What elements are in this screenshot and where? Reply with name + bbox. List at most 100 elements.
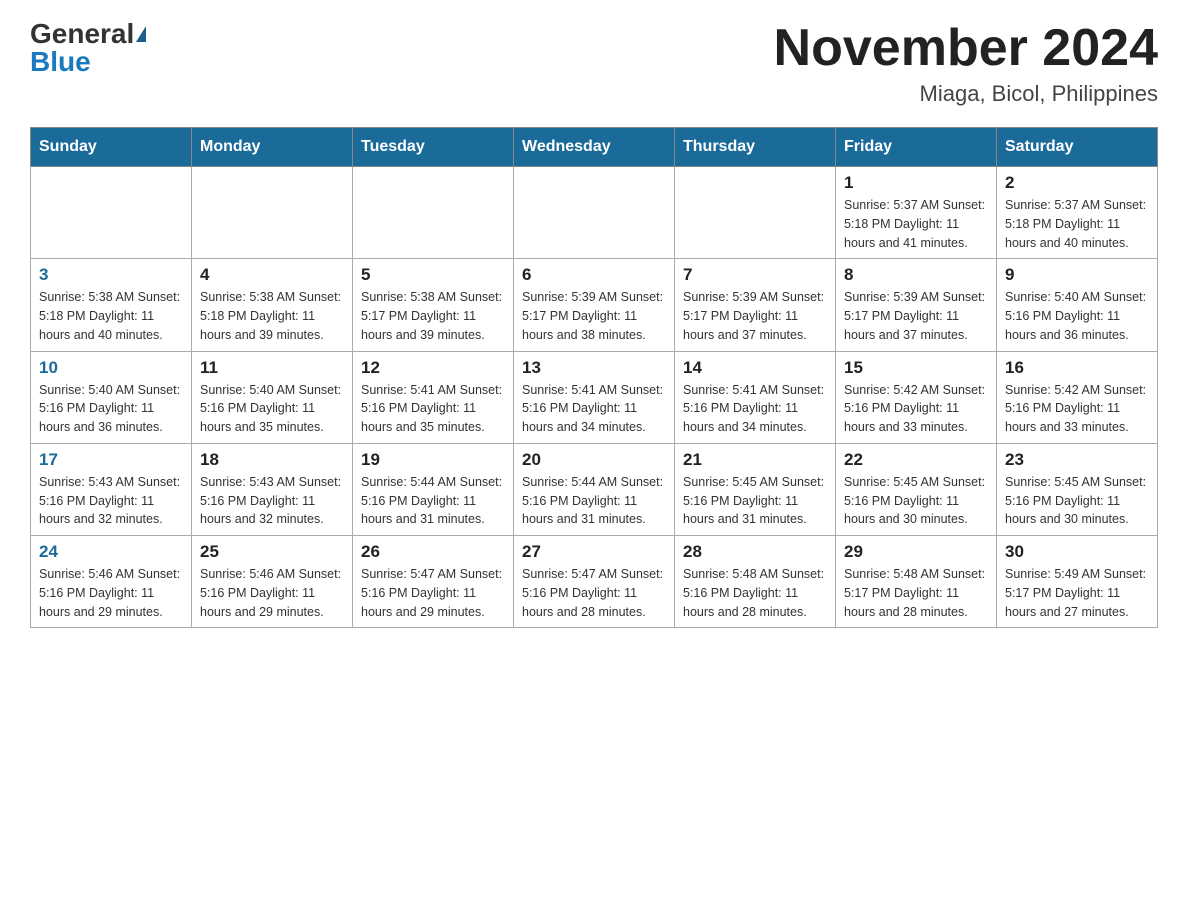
day-number: 25 bbox=[200, 542, 344, 562]
day-number: 6 bbox=[522, 265, 666, 285]
day-number: 9 bbox=[1005, 265, 1149, 285]
day-cell: 6 Sunrise: 5:39 AM Sunset: 5:17 PM Daylig… bbox=[514, 259, 675, 351]
day-number: 29 bbox=[844, 542, 988, 562]
day-info: Sunrise: 5:41 AM Sunset: 5:16 PM Dayligh… bbox=[522, 381, 666, 437]
day-number: 10 bbox=[39, 358, 183, 378]
day-info: Sunrise: 5:41 AM Sunset: 5:16 PM Dayligh… bbox=[683, 381, 827, 437]
day-cell: 27 Sunrise: 5:47 AM Sunset: 5:16 PM Dayli… bbox=[514, 536, 675, 628]
day-info: Sunrise: 5:40 AM Sunset: 5:16 PM Dayligh… bbox=[39, 381, 183, 437]
day-cell: 22Sunrise: 5:45 AM Sunset: 5:16 PM Dayli… bbox=[836, 443, 997, 535]
header: General Blue November 2024 Miaga, Bicol,… bbox=[30, 20, 1158, 107]
day-cell: 12 Sunrise: 5:41 AM Sunset: 5:16 PM Dayli… bbox=[353, 351, 514, 443]
day-number: 7 bbox=[683, 265, 827, 285]
day-number: 22 bbox=[844, 450, 988, 470]
weekday-header-row: SundayMondayTuesdayWednesdayThursdayFrid… bbox=[31, 128, 1158, 167]
day-number: 5 bbox=[361, 265, 505, 285]
day-cell: 19 Sunrise: 5:44 AM Sunset: 5:16 PM Dayli… bbox=[353, 443, 514, 535]
day-cell: 14 Sunrise: 5:41 AM Sunset: 5:16 PM Dayli… bbox=[675, 351, 836, 443]
day-info: Sunrise: 5:38 AM Sunset: 5:18 PM Dayligh… bbox=[200, 288, 344, 344]
day-cell: 11 Sunrise: 5:40 AM Sunset: 5:16 PM Dayli… bbox=[192, 351, 353, 443]
month-title: November 2024 bbox=[774, 20, 1158, 77]
day-cell: 1 Sunrise: 5:37 AM Sunset: 5:18 PM Daylig… bbox=[836, 167, 997, 259]
day-cell: 23 Sunrise: 5:45 AM Sunset: 5:16 PM Dayli… bbox=[997, 443, 1158, 535]
title-area: November 2024 Miaga, Bicol, Philippines bbox=[774, 20, 1158, 107]
day-info: Sunrise: 5:44 AM Sunset: 5:16 PM Dayligh… bbox=[522, 473, 666, 529]
day-info: Sunrise: 5:40 AM Sunset: 5:16 PM Dayligh… bbox=[200, 381, 344, 437]
day-cell bbox=[675, 167, 836, 259]
day-number: 21 bbox=[683, 450, 827, 470]
weekday-header-tuesday: Tuesday bbox=[353, 128, 514, 167]
weekday-header-wednesday: Wednesday bbox=[514, 128, 675, 167]
day-number: 26 bbox=[361, 542, 505, 562]
day-number: 14 bbox=[683, 358, 827, 378]
day-info: Sunrise: 5:46 AM Sunset: 5:16 PM Dayligh… bbox=[39, 565, 183, 621]
week-row-1: 1 Sunrise: 5:37 AM Sunset: 5:18 PM Daylig… bbox=[31, 167, 1158, 259]
day-number: 15 bbox=[844, 358, 988, 378]
day-number: 1 bbox=[844, 173, 988, 193]
day-info: Sunrise: 5:37 AM Sunset: 5:18 PM Dayligh… bbox=[1005, 196, 1149, 252]
day-cell: 17Sunrise: 5:43 AM Sunset: 5:16 PM Dayli… bbox=[31, 443, 192, 535]
day-cell: 28 Sunrise: 5:48 AM Sunset: 5:16 PM Dayli… bbox=[675, 536, 836, 628]
day-info: Sunrise: 5:39 AM Sunset: 5:17 PM Dayligh… bbox=[522, 288, 666, 344]
day-cell: 7 Sunrise: 5:39 AM Sunset: 5:17 PM Daylig… bbox=[675, 259, 836, 351]
day-info: Sunrise: 5:38 AM Sunset: 5:17 PM Dayligh… bbox=[361, 288, 505, 344]
day-number: 8 bbox=[844, 265, 988, 285]
week-row-2: 3 Sunrise: 5:38 AM Sunset: 5:18 PM Daylig… bbox=[31, 259, 1158, 351]
weekday-header-monday: Monday bbox=[192, 128, 353, 167]
day-cell: 2 Sunrise: 5:37 AM Sunset: 5:18 PM Daylig… bbox=[997, 167, 1158, 259]
day-info: Sunrise: 5:49 AM Sunset: 5:17 PM Dayligh… bbox=[1005, 565, 1149, 621]
day-cell: 13Sunrise: 5:41 AM Sunset: 5:16 PM Dayli… bbox=[514, 351, 675, 443]
day-cell: 8 Sunrise: 5:39 AM Sunset: 5:17 PM Daylig… bbox=[836, 259, 997, 351]
day-number: 24 bbox=[39, 542, 183, 562]
day-number: 3 bbox=[39, 265, 183, 285]
day-number: 23 bbox=[1005, 450, 1149, 470]
day-info: Sunrise: 5:45 AM Sunset: 5:16 PM Dayligh… bbox=[1005, 473, 1149, 529]
day-number: 2 bbox=[1005, 173, 1149, 193]
day-info: Sunrise: 5:48 AM Sunset: 5:17 PM Dayligh… bbox=[844, 565, 988, 621]
week-row-4: 17Sunrise: 5:43 AM Sunset: 5:16 PM Dayli… bbox=[31, 443, 1158, 535]
day-info: Sunrise: 5:39 AM Sunset: 5:17 PM Dayligh… bbox=[844, 288, 988, 344]
logo-blue-text: Blue bbox=[30, 48, 91, 76]
day-number: 19 bbox=[361, 450, 505, 470]
day-info: Sunrise: 5:39 AM Sunset: 5:17 PM Dayligh… bbox=[683, 288, 827, 344]
day-cell: 24 Sunrise: 5:46 AM Sunset: 5:16 PM Dayli… bbox=[31, 536, 192, 628]
day-cell: 5 Sunrise: 5:38 AM Sunset: 5:17 PM Daylig… bbox=[353, 259, 514, 351]
day-info: Sunrise: 5:43 AM Sunset: 5:16 PM Dayligh… bbox=[200, 473, 344, 529]
day-cell: 29 Sunrise: 5:48 AM Sunset: 5:17 PM Dayli… bbox=[836, 536, 997, 628]
location-title: Miaga, Bicol, Philippines bbox=[774, 81, 1158, 107]
week-row-5: 24 Sunrise: 5:46 AM Sunset: 5:16 PM Dayli… bbox=[31, 536, 1158, 628]
day-number: 16 bbox=[1005, 358, 1149, 378]
day-info: Sunrise: 5:37 AM Sunset: 5:18 PM Dayligh… bbox=[844, 196, 988, 252]
day-cell bbox=[353, 167, 514, 259]
day-info: Sunrise: 5:48 AM Sunset: 5:16 PM Dayligh… bbox=[683, 565, 827, 621]
day-cell: 4 Sunrise: 5:38 AM Sunset: 5:18 PM Daylig… bbox=[192, 259, 353, 351]
day-cell: 25 Sunrise: 5:46 AM Sunset: 5:16 PM Dayli… bbox=[192, 536, 353, 628]
day-cell: 30 Sunrise: 5:49 AM Sunset: 5:17 PM Dayli… bbox=[997, 536, 1158, 628]
day-number: 4 bbox=[200, 265, 344, 285]
day-cell: 18Sunrise: 5:43 AM Sunset: 5:16 PM Dayli… bbox=[192, 443, 353, 535]
day-cell: 16 Sunrise: 5:42 AM Sunset: 5:16 PM Dayli… bbox=[997, 351, 1158, 443]
day-info: Sunrise: 5:41 AM Sunset: 5:16 PM Dayligh… bbox=[361, 381, 505, 437]
weekday-header-friday: Friday bbox=[836, 128, 997, 167]
day-cell: 3Sunrise: 5:38 AM Sunset: 5:18 PM Daylig… bbox=[31, 259, 192, 351]
day-cell bbox=[31, 167, 192, 259]
day-cell bbox=[192, 167, 353, 259]
day-cell: 21Sunrise: 5:45 AM Sunset: 5:16 PM Dayli… bbox=[675, 443, 836, 535]
day-cell: 9Sunrise: 5:40 AM Sunset: 5:16 PM Daylig… bbox=[997, 259, 1158, 351]
weekday-header-sunday: Sunday bbox=[31, 128, 192, 167]
logo: General Blue bbox=[30, 20, 146, 76]
day-number: 30 bbox=[1005, 542, 1149, 562]
day-number: 11 bbox=[200, 358, 344, 378]
logo-general-text: General bbox=[30, 20, 134, 48]
weekday-header-saturday: Saturday bbox=[997, 128, 1158, 167]
day-info: Sunrise: 5:43 AM Sunset: 5:16 PM Dayligh… bbox=[39, 473, 183, 529]
day-info: Sunrise: 5:44 AM Sunset: 5:16 PM Dayligh… bbox=[361, 473, 505, 529]
day-cell: 10 Sunrise: 5:40 AM Sunset: 5:16 PM Dayli… bbox=[31, 351, 192, 443]
day-info: Sunrise: 5:47 AM Sunset: 5:16 PM Dayligh… bbox=[522, 565, 666, 621]
day-number: 28 bbox=[683, 542, 827, 562]
logo-triangle-icon bbox=[136, 26, 146, 42]
day-info: Sunrise: 5:42 AM Sunset: 5:16 PM Dayligh… bbox=[1005, 381, 1149, 437]
day-info: Sunrise: 5:46 AM Sunset: 5:16 PM Dayligh… bbox=[200, 565, 344, 621]
day-number: 12 bbox=[361, 358, 505, 378]
day-number: 27 bbox=[522, 542, 666, 562]
